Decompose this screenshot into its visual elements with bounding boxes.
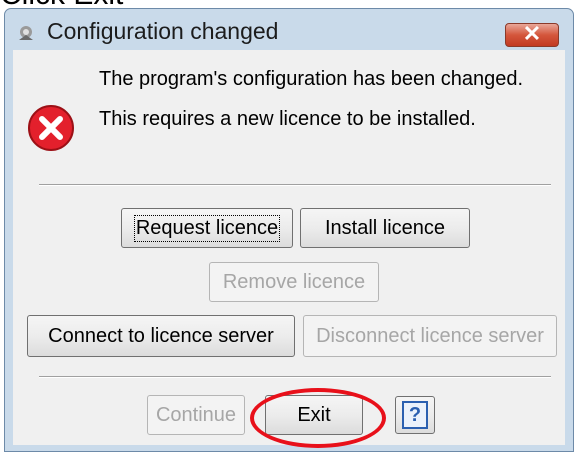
dialog-body: The program's configuration has been cha… (13, 50, 565, 445)
connect-licence-server-button[interactable]: Connect to licence server (27, 315, 295, 357)
configuration-dialog: Configuration changed ✕ The program's co… (4, 8, 574, 452)
message-line-2: This requires a new licence to be instal… (99, 108, 476, 130)
install-licence-label: Install licence (324, 216, 446, 239)
divider-top (39, 184, 551, 186)
error-icon (28, 105, 74, 151)
remove-licence-label: Remove licence (222, 270, 366, 293)
program-icon (19, 26, 33, 40)
title-bar[interactable]: Configuration changed ✕ (5, 9, 573, 49)
install-licence-button[interactable]: Install licence (300, 208, 470, 248)
remove-licence-button[interactable]: Remove licence (209, 262, 379, 302)
exit-highlight-circle (250, 388, 386, 448)
close-icon: ✕ (522, 21, 542, 46)
help-icon: ? (402, 401, 428, 429)
request-licence-label: Request licence (133, 214, 281, 242)
continue-button[interactable]: Continue (147, 395, 245, 435)
connect-licence-server-label: Connect to licence server (48, 324, 274, 347)
help-button[interactable]: ? (395, 396, 435, 434)
message-line-1: The program's configuration has been cha… (99, 68, 524, 90)
window-title: Configuration changed (47, 18, 279, 44)
disconnect-licence-server-button[interactable]: Disconnect licence server (303, 315, 557, 357)
divider-bottom (39, 376, 551, 378)
close-button[interactable]: ✕ (505, 21, 559, 47)
continue-label: Continue (155, 403, 237, 426)
disconnect-licence-server-label: Disconnect licence server (316, 324, 544, 347)
request-licence-button[interactable]: Request licence (121, 208, 293, 248)
